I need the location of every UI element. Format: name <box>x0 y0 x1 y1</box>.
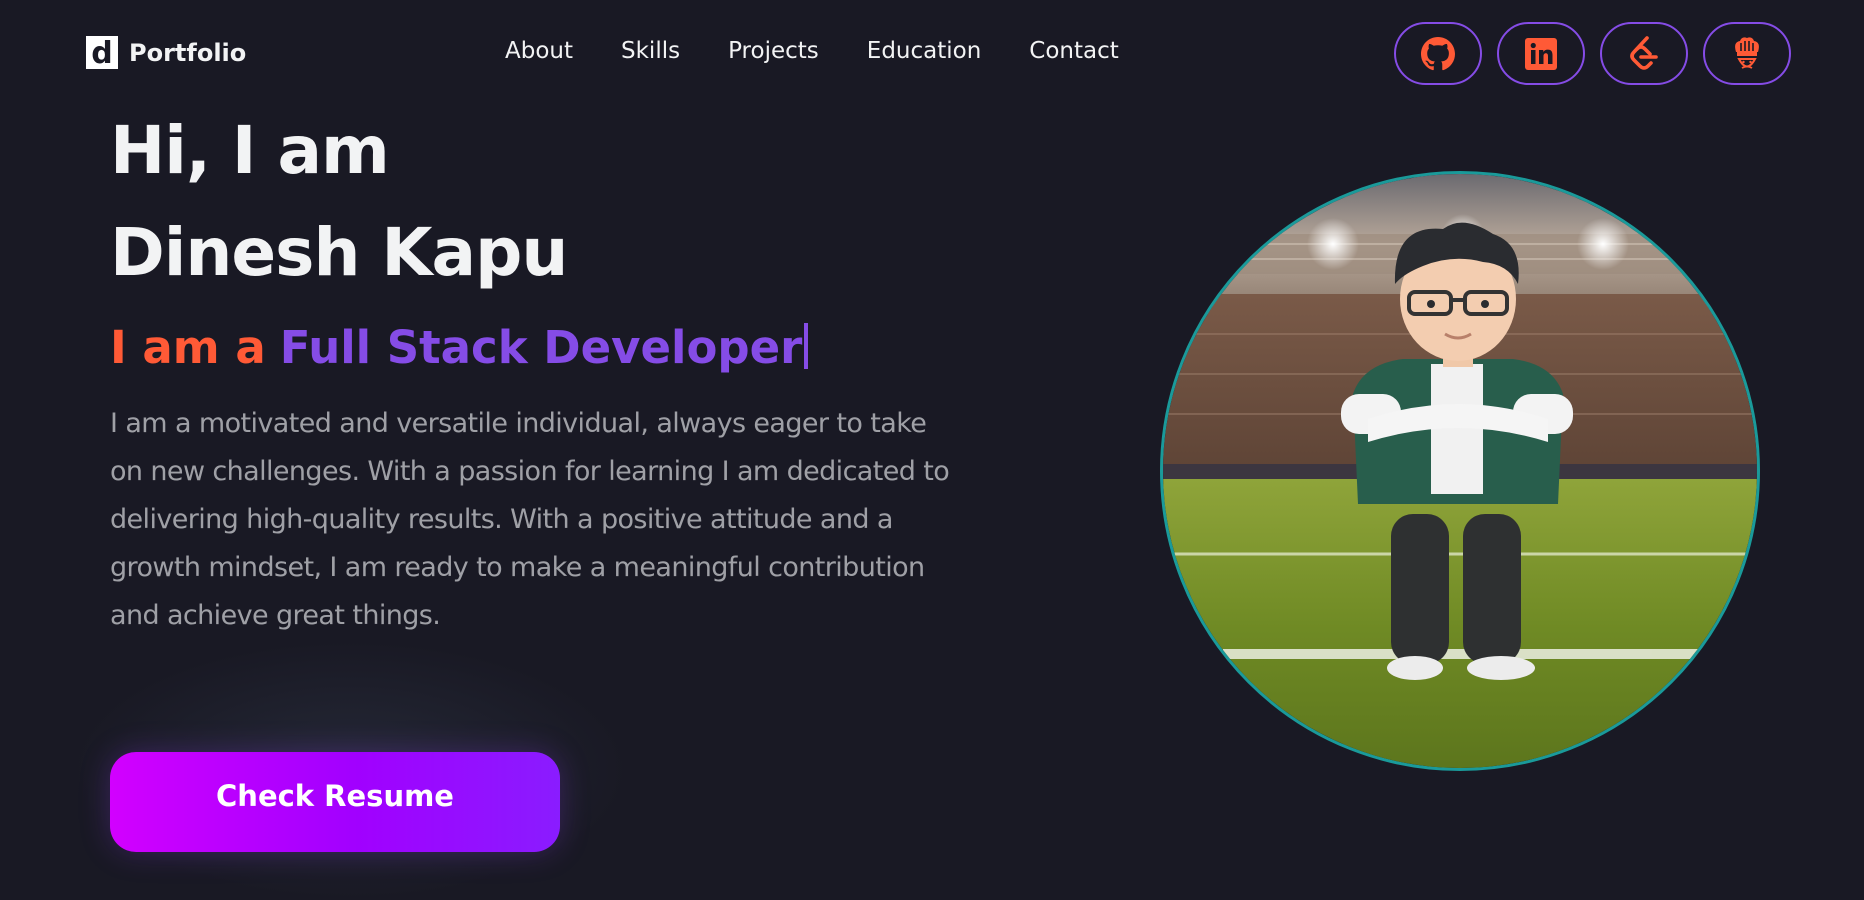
role-prefix: I am a <box>110 321 266 374</box>
nav-link-projects[interactable]: Projects <box>728 38 819 64</box>
codechef-icon <box>1730 34 1764 74</box>
codechef-button[interactable] <box>1703 22 1791 85</box>
linkedin-icon <box>1525 37 1557 70</box>
avatar-stadium-image <box>1163 174 1757 768</box>
logo-text: Portfolio <box>129 38 247 67</box>
hero-title-line1: Hi, I am <box>110 112 390 189</box>
hero-title-name: Dinesh Kapu <box>110 214 568 291</box>
nav-link-contact[interactable]: Contact <box>1029 38 1118 64</box>
logo-mark-icon: d <box>86 36 118 69</box>
profile-avatar <box>1160 171 1760 771</box>
typewriter-caret <box>804 323 809 369</box>
role-line: I am a Full Stack Developer <box>110 318 809 378</box>
linkedin-button[interactable] <box>1497 22 1585 85</box>
hero-title: Hi, I am Dinesh Kapu <box>110 100 568 304</box>
leetcode-button[interactable] <box>1600 22 1688 85</box>
role-typewriter-text: Full Stack Developer <box>279 321 803 374</box>
nav-links: About Skills Projects Education Contact <box>505 38 1119 64</box>
navbar: d Portfolio About Skills Projects Educat… <box>0 0 1864 108</box>
nav-link-about[interactable]: About <box>505 38 573 64</box>
nav-link-skills[interactable]: Skills <box>621 38 680 64</box>
github-button[interactable] <box>1394 22 1482 85</box>
hero-description: I am a motivated and versatile individua… <box>110 408 950 631</box>
check-resume-button[interactable]: Check Resume <box>110 752 560 852</box>
logo-link[interactable]: d Portfolio <box>86 36 246 69</box>
github-icon <box>1421 36 1455 71</box>
leetcode-icon <box>1627 35 1661 73</box>
nav-link-education[interactable]: Education <box>867 38 982 64</box>
